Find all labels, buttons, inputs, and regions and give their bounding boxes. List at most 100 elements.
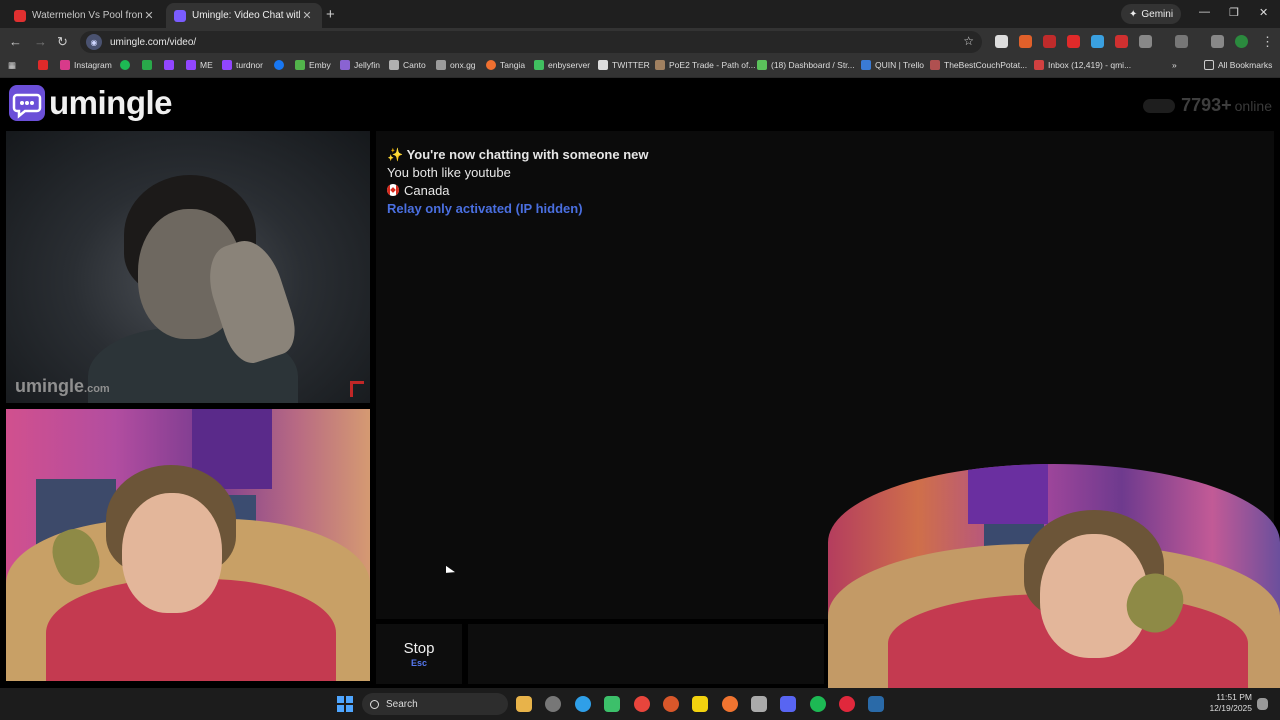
online-count: 7793+ xyxy=(1181,95,1232,115)
minimize-button[interactable]: — xyxy=(1199,6,1210,18)
bookmark-onx[interactable]: onx.gg xyxy=(436,60,476,70)
stop-label: Stop xyxy=(403,640,435,657)
opera-icon[interactable] xyxy=(839,696,855,712)
tab-umingle[interactable]: Umingle: Video Chat with S ✕ xyxy=(166,3,322,28)
back-button[interactable]: ← xyxy=(9,34,22,49)
x-icon xyxy=(598,60,608,70)
bookmark-jellyfin[interactable]: Jellyfin xyxy=(340,60,380,70)
close-icon[interactable]: ✕ xyxy=(142,9,156,22)
bookmark-label: Canto xyxy=(403,60,426,70)
bookmark-canto[interactable]: Canto xyxy=(389,60,426,70)
onx-icon xyxy=(436,60,446,70)
bookmark-poe2[interactable]: PoE2 Trade - Path of... xyxy=(655,60,755,70)
relay-status-link[interactable]: Relay only activated (IP hidden) xyxy=(387,201,583,216)
edge-icon[interactable] xyxy=(575,696,591,712)
more-bookmarks-icon[interactable]: » xyxy=(1172,60,1177,70)
bookmark-twitter[interactable]: TWITTER xyxy=(598,60,650,70)
new-tab-button[interactable]: + xyxy=(326,6,335,23)
chat-bubble-icon xyxy=(9,85,45,121)
app-icon[interactable] xyxy=(663,696,679,712)
umingle-watermark: umingle.com xyxy=(15,376,110,396)
bookmark-trello[interactable]: QUIN | Trello xyxy=(861,60,924,70)
reload-button[interactable]: ↻ xyxy=(57,34,68,50)
site-info-icon[interactable]: ◉ xyxy=(86,34,102,50)
gemini-button[interactable]: ✦ Gemini xyxy=(1121,4,1182,24)
gmail-icon xyxy=(1034,60,1044,70)
search-label: Search xyxy=(386,698,418,710)
bookmark-tangia[interactable]: Tangia xyxy=(486,60,525,70)
online-label: online xyxy=(1234,97,1272,114)
country-message: Canada xyxy=(387,183,450,198)
tab-watermelon[interactable]: Watermelon Vs Pool from 45m ✕ xyxy=(6,3,164,28)
play-icon[interactable] xyxy=(604,696,620,712)
sticky-notes-icon[interactable] xyxy=(692,696,708,712)
app-icon[interactable] xyxy=(751,696,767,712)
bookmark-instagram[interactable]: Instagram xyxy=(60,60,112,70)
bookmark-twitch[interactable] xyxy=(164,60,178,70)
close-window-button[interactable]: ✕ xyxy=(1259,6,1268,19)
puzzle-icon[interactable] xyxy=(1139,35,1152,48)
all-bookmarks[interactable]: All Bookmarks xyxy=(1204,60,1272,70)
bookmark-emby[interactable]: Emby xyxy=(295,60,331,70)
spotify-icon[interactable] xyxy=(810,696,826,712)
steam-icon[interactable] xyxy=(868,696,884,712)
taskbar-search[interactable]: Search xyxy=(362,693,508,715)
bookmark-enbyserver[interactable]: enbyserver xyxy=(534,60,590,70)
bookmark-me[interactable]: ME xyxy=(186,60,213,70)
bookmark-turdnor[interactable]: turdnor xyxy=(222,60,263,70)
notification-icon[interactable] xyxy=(1257,698,1268,710)
emby-icon xyxy=(295,60,305,70)
umingle-favicon-icon xyxy=(174,9,186,22)
spotify-icon xyxy=(120,60,130,70)
message-input[interactable] xyxy=(468,624,824,684)
chrome-icon[interactable] xyxy=(634,696,650,712)
stop-shortcut: Esc xyxy=(410,658,427,668)
tab-strip: Watermelon Vs Pool from 45m ✕ Umingle: V… xyxy=(0,0,1280,28)
report-flag-icon[interactable] xyxy=(350,381,364,397)
bookmark-youtube[interactable] xyxy=(38,60,52,70)
maximize-button[interactable]: ❐ xyxy=(1229,6,1239,19)
bookmark-facebook[interactable] xyxy=(274,60,288,70)
canada-flag-icon xyxy=(387,184,399,196)
umingle-page: umingle 7793+ online umingle.com ✨ You'r… xyxy=(0,79,1280,688)
site-logo[interactable]: umingle xyxy=(9,84,173,122)
youtube-extension-icon[interactable] xyxy=(1067,35,1080,48)
avatar[interactable] xyxy=(1235,35,1248,48)
discord-icon[interactable] xyxy=(780,696,796,712)
tab-title: Umingle: Video Chat with S xyxy=(192,10,300,21)
dashboard-icon xyxy=(757,60,767,70)
forward-button[interactable]: → xyxy=(34,34,47,49)
extension-icon[interactable] xyxy=(1019,35,1032,48)
extension-icon[interactable] xyxy=(1043,35,1056,48)
bookmark-dashboard[interactable]: (18) Dashboard / Str... xyxy=(757,60,855,70)
trello-icon xyxy=(861,60,871,70)
stop-button[interactable]: Stop Esc xyxy=(376,624,462,684)
bookmark-green-app[interactable] xyxy=(142,60,156,70)
k-extension-icon[interactable] xyxy=(995,35,1008,48)
youtube-icon xyxy=(38,60,48,70)
start-button[interactable] xyxy=(337,696,353,712)
cast-icon[interactable] xyxy=(1175,35,1188,48)
bookmark-label: Tangia xyxy=(500,60,526,70)
enby-icon xyxy=(534,60,544,70)
extension-icon[interactable] xyxy=(1091,35,1104,48)
system-clock[interactable]: 11:51 PM 12/19/2025 xyxy=(1206,692,1252,714)
bookmark-inbox[interactable]: Inbox (12,419) - qmi... xyxy=(1034,60,1131,70)
canto-icon xyxy=(389,60,399,70)
apps-icon[interactable]: ▦ xyxy=(8,60,16,71)
menu-icon[interactable]: ⋮ xyxy=(1261,34,1274,50)
self-view-preview xyxy=(828,464,1280,688)
tab-search-icon[interactable] xyxy=(1211,35,1224,48)
firefox-icon[interactable] xyxy=(722,696,738,712)
tab-title: Watermelon Vs Pool from 45m xyxy=(32,10,142,21)
bookmark-star-icon[interactable]: ☆ xyxy=(963,34,974,48)
close-icon[interactable]: ✕ xyxy=(300,9,314,22)
address-bar[interactable]: ◉ umingle.com/video/ ☆ xyxy=(80,31,982,53)
app-icon[interactable] xyxy=(545,696,561,712)
file-explorer-icon[interactable] xyxy=(516,696,532,712)
extension-icon[interactable] xyxy=(1115,35,1128,48)
bookmark-spotify[interactable] xyxy=(120,60,134,70)
bookmark-couchpotato[interactable]: TheBestCouchPotat... xyxy=(930,60,1027,70)
bookmark-label: Jellyfin xyxy=(354,60,380,70)
theme-toggle[interactable] xyxy=(1143,98,1176,113)
